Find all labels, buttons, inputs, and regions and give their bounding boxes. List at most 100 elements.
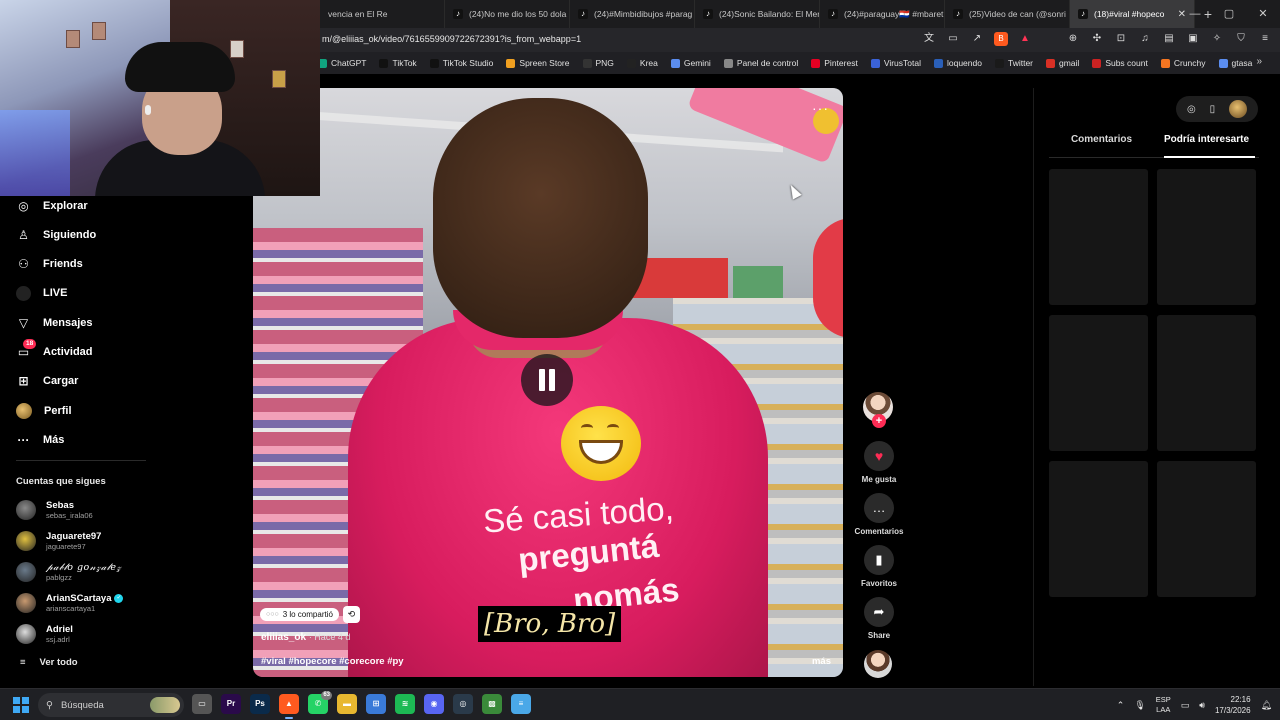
bookmark-item[interactable]: gtasa bbox=[1218, 58, 1252, 68]
whatsapp-icon[interactable]: ✆ 63 bbox=[308, 691, 332, 714]
nav-perfil[interactable]: Perfil bbox=[16, 401, 72, 421]
video-thumbnail-placeholder[interactable] bbox=[1157, 315, 1256, 451]
browser-tab[interactable]: ♪ (24)Sonic Bailando: El Men bbox=[695, 0, 820, 28]
taskbar-search[interactable]: ⚲ Búsqueda bbox=[38, 693, 184, 717]
network-icon[interactable]: ▭ bbox=[1181, 700, 1190, 711]
bookmark-item[interactable]: Panel de control bbox=[723, 58, 798, 68]
video-thumbnail-placeholder[interactable] bbox=[1157, 461, 1256, 597]
extensions-puzzle-icon[interactable]: ✣ bbox=[1090, 32, 1104, 46]
bookmark-item[interactable]: Gemini bbox=[670, 58, 711, 68]
minecraft-icon[interactable]: ▩ bbox=[482, 694, 502, 714]
bookmark-item[interactable]: loquendo bbox=[933, 58, 982, 68]
wallet-icon[interactable]: ▣ bbox=[1186, 32, 1200, 46]
premiere-icon[interactable]: Pr bbox=[221, 694, 241, 714]
discord-icon[interactable]: ◉ bbox=[424, 694, 444, 714]
clock[interactable]: 22:16 17/3/2026 bbox=[1215, 694, 1251, 716]
nav-mas[interactable]: ··· Más bbox=[16, 430, 65, 450]
nav-mensajes[interactable]: ▽ Mensajes bbox=[16, 313, 93, 333]
screenshot-icon[interactable]: ⊡ bbox=[1114, 32, 1128, 46]
video-hashtags[interactable]: #viral #hopecore #corecore #py bbox=[261, 656, 404, 667]
bookmark-item[interactable]: Subs count bbox=[1092, 58, 1148, 68]
notepad-icon[interactable]: ≡ bbox=[511, 694, 531, 714]
language-indicator[interactable]: ESP LAA bbox=[1156, 695, 1171, 715]
followed-account[interactable]: Sebas sebas_irala06 bbox=[16, 500, 93, 520]
microphone-icon[interactable]: 🎙︎ bbox=[1134, 700, 1145, 711]
nav-explorar[interactable]: ◎ Explorar bbox=[16, 196, 87, 216]
cast-icon[interactable]: ▭ bbox=[946, 32, 960, 46]
bookmark-item[interactable]: Spreen Store bbox=[506, 58, 570, 68]
see-all-button[interactable]: ≡ Ver todo bbox=[20, 657, 78, 668]
author-username[interactable]: eliiias_ok bbox=[261, 632, 306, 643]
video-thumbnail-placeholder[interactable] bbox=[1157, 169, 1256, 305]
file-explorer-icon[interactable]: ▬ bbox=[337, 694, 357, 714]
followed-account[interactable]: Jaguarete97 jaguarete97 bbox=[16, 531, 101, 551]
store-icon[interactable]: ⊞ bbox=[366, 694, 386, 714]
repost-icon[interactable]: ⟲ bbox=[342, 606, 360, 623]
vpn-shield-icon[interactable]: ⛉ bbox=[1234, 32, 1248, 46]
followed-account[interactable]: Adriel ssj.adrl bbox=[16, 624, 73, 644]
device-icon[interactable]: ▯ bbox=[1210, 104, 1216, 115]
video-more-options-icon[interactable]: ··· bbox=[812, 100, 829, 116]
bookmark-item[interactable]: TikTok Studio bbox=[429, 58, 493, 68]
video-player[interactable]: Sé casi todo, preguntá nomás [Bro, Bro] … bbox=[253, 88, 843, 677]
photoshop-icon[interactable]: Ps bbox=[250, 694, 270, 714]
bookmark-item[interactable]: gmail bbox=[1046, 58, 1079, 68]
music-disc-avatar[interactable] bbox=[864, 650, 892, 678]
notification-bell-icon[interactable]: 🔔︎ bbox=[1261, 700, 1272, 711]
like-button[interactable]: ♥ Me gusta bbox=[848, 441, 910, 484]
maximize-button[interactable]: ▢ bbox=[1212, 0, 1246, 28]
url-field[interactable]: m/@eliiias_ok/video/7616559909722672391?… bbox=[322, 34, 581, 44]
brave-rewards-icon[interactable]: ▲ bbox=[1018, 32, 1032, 46]
user-avatar[interactable] bbox=[1229, 100, 1248, 118]
browser-tab[interactable]: ♪ (24)#Mimbidibujos #parag bbox=[570, 0, 695, 28]
minimize-button[interactable]: — bbox=[1178, 0, 1212, 28]
tray-overflow-icon[interactable]: ⌃ bbox=[1117, 700, 1125, 711]
pause-button[interactable] bbox=[521, 354, 573, 406]
follow-plus-icon[interactable]: + bbox=[872, 414, 886, 428]
nav-siguiendo[interactable]: ♙ Siguiendo bbox=[16, 225, 96, 245]
share-button[interactable]: ➦ Share bbox=[848, 597, 910, 640]
nav-live[interactable]: LIVE bbox=[16, 283, 67, 303]
bookmark-item[interactable]: ChatGPT bbox=[318, 58, 366, 68]
bookmark-item[interactable]: Crunchy bbox=[1160, 58, 1206, 68]
task-view-icon[interactable]: ▭ bbox=[192, 694, 212, 714]
comments-button[interactable]: … Comentarios bbox=[848, 493, 910, 536]
shared-pill[interactable]: ○○○ 3 lo compartió bbox=[260, 608, 339, 621]
bookmarks-overflow-icon[interactable]: » bbox=[1256, 56, 1262, 67]
music-icon[interactable]: ♫ bbox=[1138, 32, 1152, 46]
close-window-button[interactable]: ✕ bbox=[1246, 0, 1280, 28]
extension-icon[interactable]: ⊕ bbox=[1066, 32, 1080, 46]
browser-tab[interactable]: vencia en El Re bbox=[320, 0, 445, 28]
sidebar-toggle-icon[interactable]: ▤ bbox=[1162, 32, 1176, 46]
video-thumbnail-placeholder[interactable] bbox=[1049, 315, 1148, 451]
steam-icon[interactable]: ◎ bbox=[453, 694, 473, 714]
browser-tab[interactable]: ♪ (25)Video de can (@sonri bbox=[945, 0, 1070, 28]
translate-icon[interactable]: 文 bbox=[922, 32, 936, 46]
browser-tab[interactable]: ♪ (18)#viral #hopeco ✕ bbox=[1070, 0, 1195, 28]
menu-icon[interactable]: ≡ bbox=[1258, 32, 1272, 46]
nav-friends[interactable]: ⚇ Friends bbox=[16, 254, 83, 274]
windows-start-icon[interactable] bbox=[13, 697, 29, 713]
volume-icon[interactable]: 🔊︎ bbox=[1199, 700, 1205, 711]
bookmark-item[interactable]: TikTok bbox=[379, 58, 417, 68]
video-thumbnail-placeholder[interactable] bbox=[1049, 461, 1148, 597]
spotify-icon[interactable]: ≋ bbox=[395, 694, 415, 714]
followed-account[interactable]: ArianSCartaya ✓ arianscartaya1 bbox=[16, 593, 124, 613]
favorites-button[interactable]: ▮ Favoritos bbox=[848, 545, 910, 588]
browser-tab[interactable]: ♪ (24)No me dio los 50 dola bbox=[445, 0, 570, 28]
video-thumbnail-placeholder[interactable] bbox=[1049, 169, 1148, 305]
bookmark-item[interactable]: PNG bbox=[582, 58, 614, 68]
bookmark-item[interactable]: Twitter bbox=[994, 58, 1033, 68]
brave-icon[interactable]: ▲ bbox=[279, 694, 299, 719]
tab-comentarios[interactable]: Comentarios bbox=[1049, 132, 1154, 157]
brave-shields-icon[interactable]: B bbox=[994, 32, 1008, 46]
leo-ai-icon[interactable]: ✧ bbox=[1210, 32, 1224, 46]
followed-account[interactable]: 𝓅𝒶𝒷𝓁𝑜 𝑔𝑜𝓃𝓏𝒶𝓁𝑒𝓏 pablgzz bbox=[16, 562, 121, 582]
nav-cargar[interactable]: ⊞ Cargar bbox=[16, 371, 78, 391]
bookmark-item[interactable]: Krea bbox=[626, 58, 658, 68]
nav-actividad[interactable]: ▭ 18 Actividad bbox=[16, 338, 93, 362]
compass-icon[interactable]: ◎ bbox=[1187, 104, 1196, 115]
share-icon[interactable]: ↗ bbox=[970, 32, 984, 46]
expand-caption-button[interactable]: más bbox=[812, 656, 831, 667]
tab-podria-interesarte[interactable]: Podría interesarte bbox=[1154, 132, 1259, 158]
